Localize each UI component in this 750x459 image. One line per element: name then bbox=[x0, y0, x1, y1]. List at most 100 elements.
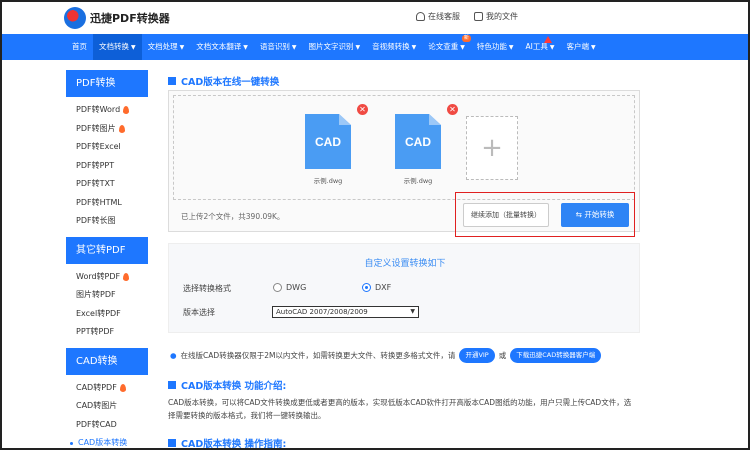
sidebar: PDF转换 PDF转Word PDF转图片 PDF转Excel PDF转PPT … bbox=[66, 70, 148, 459]
size-notice: ● 在线版CAD转换器仅限于2M以内文件，如需转换更大文件、转换更多格式文件，请… bbox=[168, 344, 640, 366]
nav-paper-check[interactable]: 论文查重 ▼ 新 bbox=[422, 34, 471, 60]
open-vip-button[interactable]: 开通VIP bbox=[459, 347, 495, 363]
brand-name: 迅捷PDF转换器 bbox=[90, 12, 170, 25]
file-name: 示例.dwg bbox=[403, 177, 433, 185]
hot-badge-icon bbox=[544, 36, 553, 43]
sidebar-item-label: PDF转Word bbox=[76, 105, 121, 114]
sidebar-item-label: CAD转PDF bbox=[76, 382, 117, 392]
bullet-icon: ● bbox=[170, 350, 177, 360]
sidebar-item-cad-to-image[interactable]: CAD转图片 bbox=[66, 397, 148, 416]
sidebar-item-ppt-to-pdf[interactable]: PPT转PDF bbox=[66, 323, 148, 342]
nav-av-convert[interactable]: 音视频转换 ▼ bbox=[366, 34, 422, 60]
download-client-button[interactable]: 下载迅捷CAD转换器客户端 bbox=[510, 347, 602, 363]
sidebar-group-title: PDF转换 bbox=[66, 70, 148, 97]
customer-service-label: 在线客服 bbox=[428, 12, 460, 21]
caret-down-icon: ▼ bbox=[411, 44, 417, 51]
file-count-text: 已上传2个文件，共390.09K。 bbox=[181, 212, 285, 221]
sidebar-item-image-to-pdf[interactable]: 图片转PDF bbox=[66, 286, 148, 305]
continue-add-button[interactable]: 继续添加（批量转换） bbox=[463, 203, 549, 227]
nav-label: 文档转换 bbox=[99, 42, 129, 51]
sidebar-item-cad-to-pdf[interactable]: CAD转PDF bbox=[66, 379, 148, 398]
sidebar-group-title: CAD转换 bbox=[66, 347, 148, 375]
caret-down-icon: ▼ bbox=[590, 44, 596, 51]
caret-down-icon: ▼ bbox=[179, 44, 185, 51]
nav-ai-tools[interactable]: AI工具 ▼ bbox=[520, 34, 561, 60]
intro-title-text: CAD版本转换 功能介绍: bbox=[181, 381, 287, 392]
version-select-value: AutoCAD 2007/2008/2009 bbox=[276, 308, 368, 316]
nav-label: 论文查重 bbox=[428, 42, 459, 51]
brand-logo[interactable]: 迅捷PDF转换器 bbox=[64, 7, 170, 29]
add-file-button[interactable]: + bbox=[466, 116, 518, 180]
guide-title-text: CAD版本转换 操作指南: bbox=[181, 439, 287, 450]
remove-file-icon[interactable]: ✕ bbox=[447, 104, 458, 115]
my-files-link[interactable]: 我的文件 bbox=[474, 11, 518, 22]
sidebar-item-label: PDF转图片 bbox=[76, 123, 116, 133]
caret-down-icon: ▼ bbox=[131, 44, 136, 51]
sidebar-item-pdf-to-excel[interactable]: PDF转Excel bbox=[66, 138, 148, 157]
version-label: 版本选择 bbox=[183, 308, 215, 317]
sidebar-item-pdf-to-cad[interactable]: PDF转CAD bbox=[66, 416, 148, 435]
notice-text: 在线版CAD转换器仅限于2M以内文件，如需转换更大文件、转换更多格式文件，请 bbox=[180, 350, 456, 360]
format-label: 选择转换格式 bbox=[183, 284, 231, 293]
sidebar-item-pdf-to-ppt[interactable]: PDF转PPT bbox=[66, 157, 148, 176]
version-select[interactable]: AutoCAD 2007/2008/2009 ▼ bbox=[272, 306, 419, 318]
cad-file-icon: CAD bbox=[305, 114, 351, 169]
nav-ocr[interactable]: 图片文字识别 ▼ bbox=[303, 34, 367, 60]
sidebar-item-label: PPT转PDF bbox=[76, 327, 115, 336]
nav-home[interactable]: 首页 bbox=[66, 34, 93, 60]
customer-service-link[interactable]: 在线客服 bbox=[416, 11, 460, 22]
remove-file-icon[interactable]: ✕ bbox=[357, 104, 368, 115]
nav-client[interactable]: 客户端 ▼ bbox=[560, 34, 601, 60]
nav-label: 文档文本翻译 bbox=[196, 42, 242, 51]
caret-down-icon: ▼ bbox=[355, 44, 361, 51]
file-type-label: CAD bbox=[315, 135, 341, 149]
sidebar-item-label: Word转PDF bbox=[76, 271, 121, 281]
file-name: 示例.dwg bbox=[313, 177, 343, 185]
main-nav: 首页 文档转换 ▼ 文档处理 ▼ 文档文本翻译 ▼ 语音识别 ▼ 图片文字识别 ▼ 音视频… bbox=[2, 34, 748, 60]
nav-label: 特色功能 bbox=[476, 42, 507, 51]
nav-label: AI工具 bbox=[525, 42, 548, 51]
my-files-label: 我的文件 bbox=[486, 12, 518, 21]
radio-dxf[interactable]: DXF bbox=[362, 283, 391, 292]
nav-speech[interactable]: 语音识别 ▼ bbox=[254, 34, 303, 60]
nav-translate[interactable]: 文档文本翻译 ▼ bbox=[190, 34, 254, 60]
settings-panel: 自定义设置转换如下 bbox=[168, 243, 640, 333]
radio-dwg[interactable]: DWG bbox=[273, 283, 306, 292]
guide-title: CAD版本转换 操作指南: bbox=[168, 436, 286, 450]
sidebar-item-label: PDF转长图 bbox=[76, 216, 116, 225]
sidebar-item-label: PDF转Excel bbox=[76, 142, 121, 151]
new-badge: 新 bbox=[461, 35, 471, 42]
plus-icon: + bbox=[481, 133, 503, 163]
nav-document-convert[interactable]: 文档转换 ▼ bbox=[93, 34, 142, 60]
caret-down-icon: ▼ bbox=[508, 44, 514, 51]
site-header: 迅捷PDF转换器 在线客服 我的文件 bbox=[0, 0, 750, 34]
sidebar-item-pdf-to-long-image[interactable]: PDF转长图 bbox=[66, 212, 148, 231]
chevron-down-icon: ▼ bbox=[410, 308, 415, 315]
sidebar-item-label: PDF转TXT bbox=[76, 179, 115, 188]
sidebar-item-pdf-to-txt[interactable]: PDF转TXT bbox=[66, 175, 148, 194]
hot-flame-icon bbox=[119, 383, 126, 392]
sidebar-item-label: PDF转PPT bbox=[76, 160, 115, 170]
nav-document-process[interactable]: 文档处理 ▼ bbox=[142, 34, 191, 60]
sidebar-item-pdf-to-word[interactable]: PDF转Word bbox=[66, 101, 148, 120]
nav-label: 文档处理 bbox=[147, 42, 178, 51]
sidebar-group-title: 其它转PDF bbox=[66, 236, 148, 264]
intro-text: CAD版本转换，可以将CAD文件转换成更低或者更高的版本，实现低版本CAD软件打… bbox=[168, 398, 632, 420]
uploaded-file-1: CAD 示例.dwg bbox=[305, 114, 351, 185]
nav-features[interactable]: 特色功能 ▼ bbox=[471, 34, 520, 60]
hot-flame-icon bbox=[123, 106, 130, 115]
hot-flame-icon bbox=[123, 272, 130, 281]
sidebar-item-pdf-to-html[interactable]: PDF转HTML bbox=[66, 194, 148, 213]
cad-file-icon: CAD bbox=[395, 114, 441, 169]
caret-down-icon: ▼ bbox=[549, 44, 555, 51]
sidebar-item-word-to-pdf[interactable]: Word转PDF bbox=[66, 268, 148, 287]
section-icon bbox=[168, 439, 176, 447]
sidebar-item-pdf-to-image[interactable]: PDF转图片 bbox=[66, 120, 148, 139]
start-convert-button[interactable]: ⇆ 开始转换 bbox=[561, 203, 629, 227]
start-convert-label: 开始转换 bbox=[584, 210, 615, 219]
sidebar-item-label: CAD转图片 bbox=[76, 401, 118, 410]
file-icon bbox=[474, 12, 483, 21]
nav-label: 客户端 bbox=[566, 42, 589, 51]
page-title-text: CAD版本在线一键转换 bbox=[181, 77, 280, 88]
sidebar-item-excel-to-pdf[interactable]: Excel转PDF bbox=[66, 305, 148, 324]
